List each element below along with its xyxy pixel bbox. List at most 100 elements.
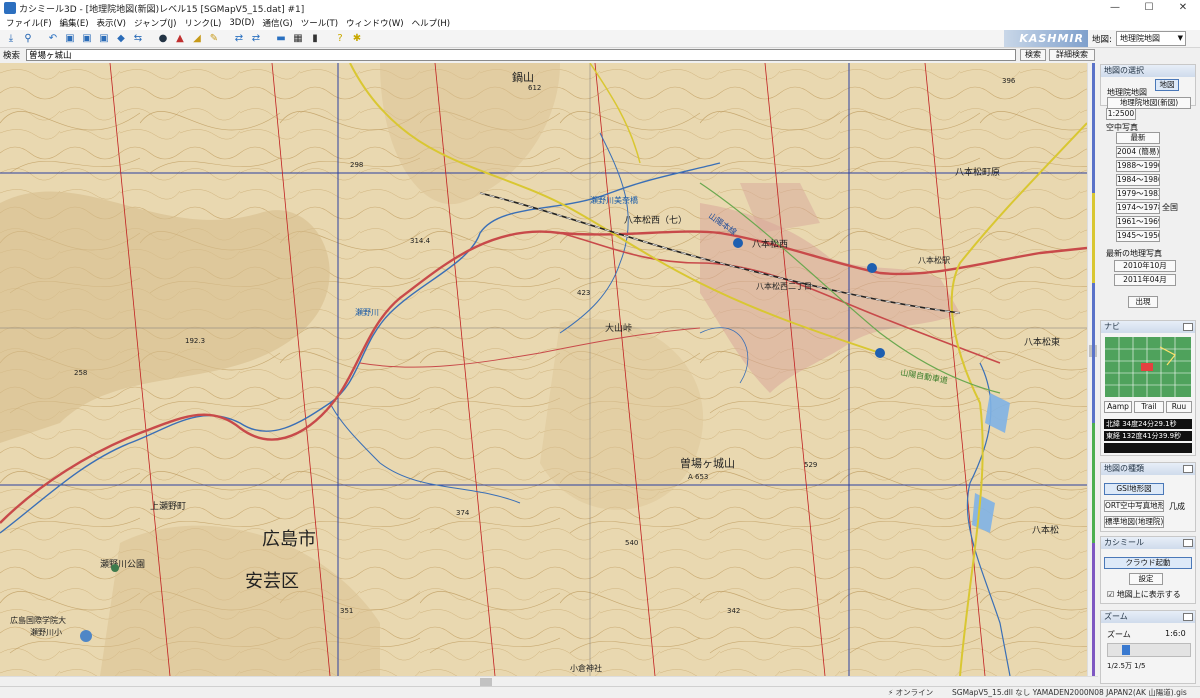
map-label-423: 423 xyxy=(577,289,590,297)
minimize-button[interactable]: — xyxy=(1098,0,1132,16)
map-select-dropdown[interactable]: 地理院地図 ▼ xyxy=(1116,31,1186,46)
info-icon[interactable]: ✱ xyxy=(350,32,364,45)
zoom-slider[interactable] xyxy=(1107,643,1191,657)
aerial-year-3[interactable]: 1984～1986 xyxy=(1116,174,1160,186)
aerial-year-6[interactable]: 1961～1969 xyxy=(1116,216,1160,228)
cloud-launch-button[interactable]: クラウド起動 xyxy=(1104,557,1192,569)
download-icon[interactable]: ⤓ xyxy=(4,32,18,45)
gps-icon[interactable]: ▮ xyxy=(308,32,322,45)
map-label-3144: 314.4 xyxy=(410,237,431,245)
jump-icon[interactable]: ⇆ xyxy=(131,32,145,45)
map-label-nabeyama: 鍋山 xyxy=(512,70,534,84)
track-icon[interactable]: ◢ xyxy=(190,32,204,45)
map-type-note: 几成 xyxy=(1169,502,1185,511)
scale-button[interactable]: 1:2500 xyxy=(1106,108,1136,120)
topographic-map[interactable]: 鍋山 612 瀬野川美奈橋 八本松西（七） 八本松西 八本松西二丁目 八本松町原… xyxy=(0,63,1087,676)
calc-icon[interactable]: ▦ xyxy=(291,32,305,45)
gsi-topo-button[interactable]: GSI地形図 xyxy=(1104,483,1164,495)
photo-date-2[interactable]: 2011年04月 xyxy=(1114,274,1176,286)
menu-edit[interactable]: 編集(E) xyxy=(56,17,93,29)
side-panel: 地図の選択 地図 地理院地図 地理院地図(新図) 1:2500 空中写真 最新 … xyxy=(1098,48,1200,686)
back-icon[interactable]: ↶ xyxy=(46,32,60,45)
menu-tools[interactable]: ツール(T) xyxy=(297,17,342,29)
show-on-map-checkbox[interactable]: ☑ 地図上に表示する xyxy=(1107,589,1181,600)
zoom-value: 1:6:0 xyxy=(1165,629,1186,638)
brand-logo: KASHMIR 3D xyxy=(1004,30,1088,62)
map-label-shrine: 小倉神社 xyxy=(570,663,602,673)
map-label-374: 374 xyxy=(456,509,470,517)
latitude-readout: 北緯 34度24分29.1秒 xyxy=(1104,419,1192,429)
aerial-year-1[interactable]: 2004 (簡易) xyxy=(1116,146,1160,158)
map-view[interactable]: 鍋山 612 瀬野川美奈橋 八本松西（七） 八本松西 八本松西二丁目 八本松町原… xyxy=(0,63,1087,676)
section-header: カシミール xyxy=(1101,537,1195,549)
chevron-down-icon: ▼ xyxy=(1177,34,1183,42)
map-label-hiroshima-city: 広島市 xyxy=(262,529,316,550)
standard-map-button[interactable]: 標準地図(地理院) xyxy=(1104,516,1164,528)
photo-show-button[interactable]: 出現 xyxy=(1128,296,1158,308)
map-label-hachihonmatsu-nishi: 八本松西 xyxy=(752,238,788,250)
mini-map[interactable] xyxy=(1105,337,1191,397)
map-label-hachihonmatsu-nishi7: 八本松西（七） xyxy=(624,214,687,226)
maximize-button[interactable]: ☐ xyxy=(1132,0,1166,16)
menu-3d[interactable]: 3D(D) xyxy=(225,18,258,28)
layer2-icon[interactable]: ⇄ xyxy=(249,32,263,45)
map-select-label: 地図: xyxy=(1092,35,1112,45)
navi-c-button[interactable]: Ruu xyxy=(1166,401,1192,413)
navi-a-button[interactable]: Aamp xyxy=(1104,401,1132,413)
photo-date-1[interactable]: 2010年10月 xyxy=(1114,260,1176,272)
orthophoto-button[interactable]: ORT空中写真地形 xyxy=(1104,500,1164,512)
map-horizontal-scrollbar[interactable] xyxy=(0,676,1098,686)
window-title: カシミール3D - [地理院地図(新図)レベル15 [SGMapV5_15.da… xyxy=(19,4,305,15)
map-label-oyama: 大山峠 xyxy=(605,322,632,334)
map-icon[interactable]: ▬ xyxy=(274,32,288,45)
map-label-university: 広島国際学院大 xyxy=(10,615,66,625)
menu-help[interactable]: ヘルプ(H) xyxy=(408,17,455,29)
section-header: ズーム xyxy=(1101,611,1195,623)
layer-icon[interactable]: ⇄ xyxy=(232,32,246,45)
zoom-icon[interactable]: ⚲ xyxy=(21,32,35,45)
search-button[interactable]: 検索 xyxy=(1020,49,1046,61)
park-icon xyxy=(111,564,119,572)
search-input[interactable] xyxy=(26,49,1016,61)
print-icon[interactable]: ▣ xyxy=(63,32,77,45)
aerial-full-label: 全国 xyxy=(1162,203,1178,212)
app-icon xyxy=(4,2,16,14)
map-label-hachihonmatsu: 八本松 xyxy=(1032,524,1059,536)
save-icon[interactable]: ◆ xyxy=(114,32,128,45)
aerial-year-5[interactable]: 1974～1978 xyxy=(1116,202,1160,214)
binocular-icon[interactable]: ● xyxy=(156,32,170,45)
detail-search-button[interactable]: 詳細検索 xyxy=(1049,49,1095,61)
minimize-icon[interactable] xyxy=(1183,613,1193,621)
print2-icon[interactable]: ▣ xyxy=(80,32,94,45)
zoom-label: ズーム xyxy=(1107,630,1131,639)
menu-comm[interactable]: 通信(G) xyxy=(258,17,296,29)
navi-b-button[interactable]: Trail xyxy=(1134,401,1164,413)
horizontal-scroll-thumb[interactable] xyxy=(480,678,492,686)
menu-link[interactable]: リンク(L) xyxy=(180,17,225,29)
menu-file[interactable]: ファイル(F) xyxy=(2,17,56,29)
menu-jump[interactable]: ジャンプ(J) xyxy=(130,17,180,29)
minimize-icon[interactable] xyxy=(1183,323,1193,331)
map-top-button[interactable]: 地図 xyxy=(1155,79,1179,91)
map-select-value: 地理院地図 xyxy=(1120,34,1160,43)
minimize-icon[interactable] xyxy=(1183,539,1193,547)
close-button[interactable]: ✕ xyxy=(1166,0,1200,16)
menu-window[interactable]: ウィンドウ(W) xyxy=(342,17,408,29)
aerial-latest-button[interactable]: 最新 xyxy=(1116,132,1160,144)
help-icon[interactable]: ? xyxy=(333,32,347,45)
map-label-higashi: 八本松東 xyxy=(1024,336,1060,348)
altitude-readout xyxy=(1104,443,1192,453)
minimize-icon[interactable] xyxy=(1183,465,1193,473)
aerial-year-4[interactable]: 1979～1983 xyxy=(1116,188,1160,200)
waypoint-icon[interactable]: ▲ xyxy=(173,32,187,45)
map-label-1923: 192.3 xyxy=(185,337,205,345)
settings-button[interactable]: 設定 xyxy=(1129,573,1163,585)
zoom-slider-thumb[interactable] xyxy=(1122,645,1130,655)
map-label-612: 612 xyxy=(528,84,541,92)
menu-view[interactable]: 表示(V) xyxy=(93,17,130,29)
pencil-icon[interactable]: ✎ xyxy=(207,32,221,45)
map-label-sobagajoyama: 曽場ヶ城山 xyxy=(680,456,735,470)
print3-icon[interactable]: ▣ xyxy=(97,32,111,45)
aerial-year-2[interactable]: 1988～1990 xyxy=(1116,160,1160,172)
aerial-year-7[interactable]: 1945～1950 xyxy=(1116,230,1160,242)
